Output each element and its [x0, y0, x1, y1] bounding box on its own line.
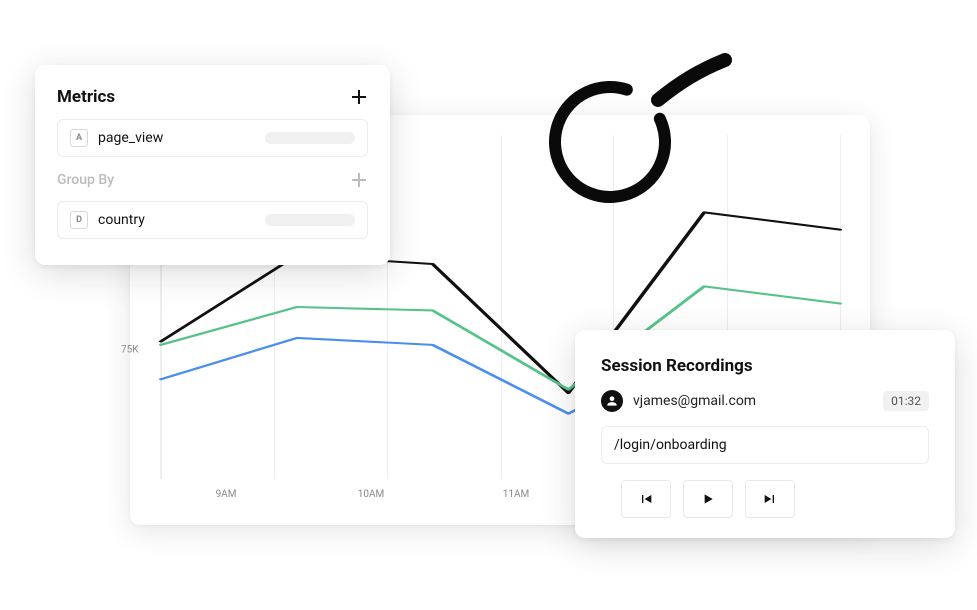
groupby-type-chip: D [70, 211, 88, 229]
plus-icon [352, 173, 366, 187]
session-recordings-card: Session Recordings vjames@gmail.com 01:3… [575, 330, 955, 538]
skip-next-icon [762, 491, 778, 507]
user-icon [605, 394, 619, 408]
session-path[interactable]: /login/onboarding [601, 426, 929, 464]
x-tick-10am: 10AM [341, 489, 401, 500]
next-button[interactable] [745, 480, 795, 518]
y-tick-75k: 75K [121, 345, 139, 356]
placeholder-pill [265, 132, 355, 144]
x-tick-9am: 9AM [196, 489, 256, 500]
session-user-email: vjames@gmail.com [633, 393, 873, 409]
skip-previous-icon [638, 491, 654, 507]
placeholder-pill [265, 214, 355, 226]
play-icon [700, 491, 716, 507]
session-title: Session Recordings [601, 356, 929, 376]
groupby-title: Group By [57, 172, 114, 188]
playback-controls [621, 480, 929, 518]
metric-value: page_view [98, 130, 163, 146]
metric-field[interactable]: A page_view [57, 119, 368, 157]
session-time-badge: 01:32 [883, 391, 929, 411]
metrics-card: Metrics A page_view Group By D country [35, 65, 390, 265]
session-user-row: vjames@gmail.com 01:32 [601, 390, 929, 412]
metric-type-chip: A [70, 129, 88, 147]
avatar [601, 390, 623, 412]
previous-button[interactable] [621, 480, 671, 518]
plus-icon [352, 90, 366, 104]
metrics-title: Metrics [57, 87, 115, 107]
x-tick-11am: 11AM [486, 489, 546, 500]
play-button[interactable] [683, 480, 733, 518]
groupby-value: country [98, 212, 145, 228]
add-groupby-button[interactable] [350, 171, 368, 189]
add-metric-button[interactable] [350, 88, 368, 106]
groupby-field[interactable]: D country [57, 201, 368, 239]
